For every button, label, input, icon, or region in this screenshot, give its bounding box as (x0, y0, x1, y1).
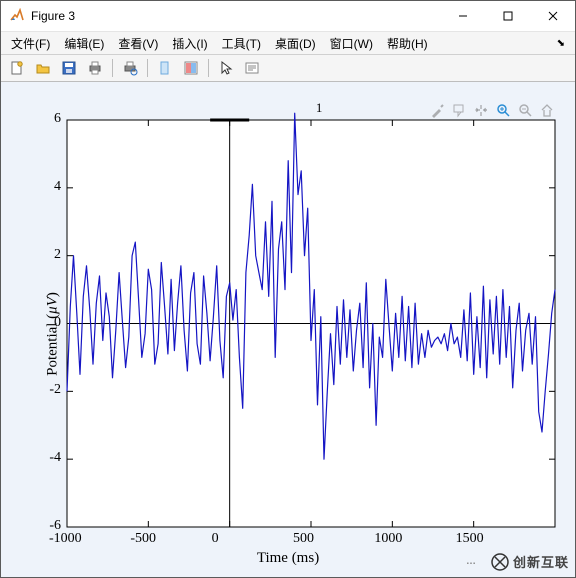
wechat-icon: … (466, 556, 477, 567)
y-tick: 6 (54, 111, 61, 127)
link-axes-icon[interactable] (153, 56, 177, 80)
menu-overflow-icon[interactable]: ⬊ (551, 38, 571, 49)
watermark-text: 创新互联 (513, 552, 569, 571)
menu-help[interactable]: 帮助(H) (381, 33, 434, 54)
menu-insert[interactable]: 插入(I) (166, 33, 213, 54)
plot-stage[interactable]: 1 Potential (μV) Time (ms) -1000-5000500… (9, 98, 567, 569)
colorbar-icon[interactable] (179, 56, 203, 80)
y-tick: 2 (54, 247, 61, 263)
y-tick: -2 (49, 382, 61, 398)
new-file-icon[interactable] (5, 56, 29, 80)
toolbar-separator (112, 59, 113, 77)
logo-icon (491, 553, 509, 571)
menu-desktop[interactable]: 桌面(D) (269, 33, 322, 54)
toolbar (1, 55, 575, 82)
axes[interactable] (9, 98, 567, 569)
y-tick: 4 (54, 179, 61, 195)
x-tick: 500 (293, 531, 314, 547)
figure-area: 1 Potential (μV) Time (ms) -1000-5000500… (1, 82, 575, 577)
insert-text-icon[interactable] (240, 56, 264, 80)
menubar: 文件(F) 编辑(E) 查看(V) 插入(I) 工具(T) 桌面(D) 窗口(W… (1, 32, 575, 55)
menu-file[interactable]: 文件(F) (5, 33, 56, 54)
x-tick: 1000 (374, 531, 402, 547)
close-button[interactable] (530, 1, 575, 31)
window-title: Figure 3 (31, 9, 440, 23)
matlab-icon (9, 8, 25, 24)
y-tick: -4 (49, 450, 61, 466)
menu-view[interactable]: 查看(V) (112, 33, 164, 54)
y-tick: -6 (49, 518, 61, 534)
watermark: … 创新互联 (466, 552, 569, 571)
pointer-icon[interactable] (214, 56, 238, 80)
menu-window[interactable]: 窗口(W) (324, 33, 379, 54)
x-tick: -500 (130, 531, 156, 547)
print-icon[interactable] (83, 56, 107, 80)
figure-window: Figure 3 文件(F) 编辑(E) 查看(V) 插入(I) 工具(T) 桌… (0, 0, 576, 578)
menu-tools[interactable]: 工具(T) (216, 33, 267, 54)
toolbar-separator (208, 59, 209, 77)
maximize-button[interactable] (485, 1, 530, 31)
print-preview-icon[interactable] (118, 56, 142, 80)
menu-edit[interactable]: 编辑(E) (58, 33, 110, 54)
y-tick: 0 (54, 315, 61, 331)
minimize-button[interactable] (440, 1, 485, 31)
titlebar: Figure 3 (1, 1, 575, 32)
open-folder-icon[interactable] (31, 56, 55, 80)
x-tick: 1500 (456, 531, 484, 547)
save-icon[interactable] (57, 56, 81, 80)
x-tick: 0 (212, 531, 219, 547)
toolbar-separator (147, 59, 148, 77)
